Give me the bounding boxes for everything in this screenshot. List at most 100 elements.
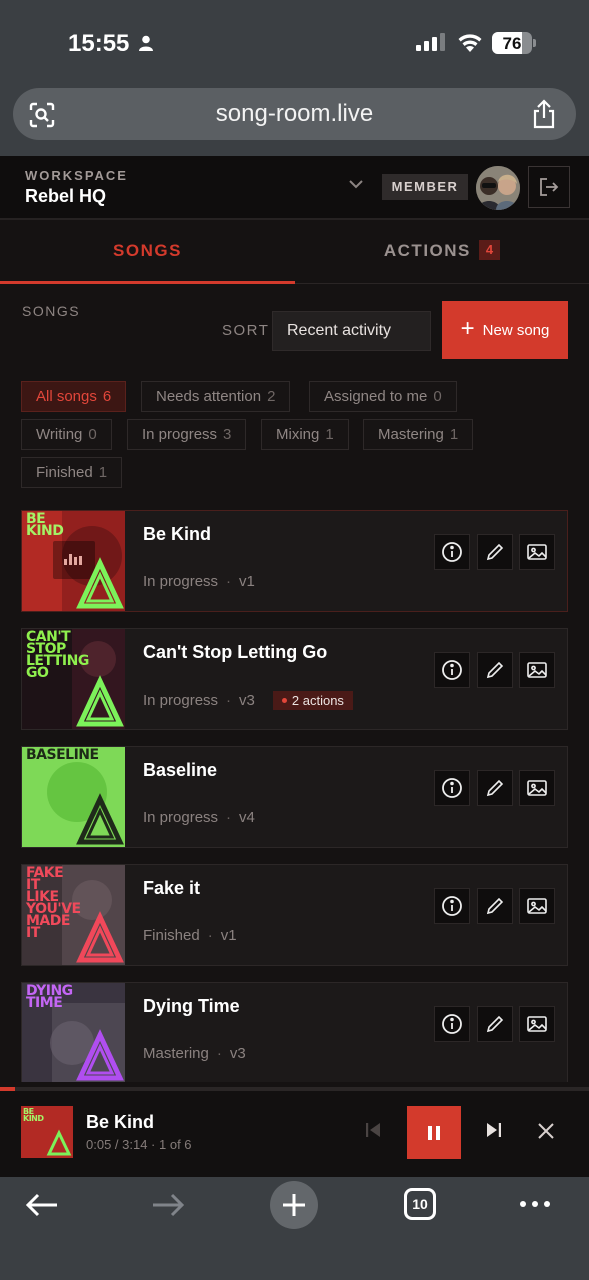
- filter-chip-in-progress[interactable]: In progress 3: [127, 419, 247, 450]
- avatar[interactable]: [476, 166, 520, 210]
- cover-art-text: BASELINE: [26, 747, 99, 763]
- song-edit-button[interactable]: [477, 652, 513, 688]
- song-artwork-button[interactable]: [519, 888, 555, 924]
- main-tabs: SONGS ACTIONS 4: [0, 222, 589, 284]
- song-title[interactable]: Be Kind: [143, 524, 211, 545]
- sort-select[interactable]: Recent activity: [272, 311, 431, 351]
- song-edit-button[interactable]: [477, 534, 513, 570]
- song-meta: Mastering · v3: [143, 1045, 246, 1062]
- pencil-icon: [486, 543, 504, 561]
- song-info-button[interactable]: [434, 1006, 470, 1042]
- cover-art-text: CAN'T STOP LETTING GO: [26, 629, 89, 681]
- song-status: In progress: [143, 573, 219, 590]
- song-artwork-button[interactable]: [519, 770, 555, 806]
- role-badge: MEMBER: [382, 174, 468, 200]
- tabs-overview-button[interactable]: 10: [404, 1188, 436, 1220]
- song-actions-badge[interactable]: 2 actions: [272, 691, 353, 710]
- song-info-button[interactable]: [434, 888, 470, 924]
- mini-player: BE KIND Be Kind 0:05 / 3:14 · 1 of 6: [0, 1091, 589, 1177]
- filter-chip-all-songs[interactable]: All songs 6: [21, 381, 127, 412]
- pencil-icon: [486, 1015, 504, 1033]
- song-row[interactable]: FAKE IT LIKE YOU'VE MADE IT Fake it Fini…: [21, 864, 568, 966]
- share-icon[interactable]: [531, 99, 557, 129]
- song-edit-button[interactable]: [477, 1006, 513, 1042]
- new-song-button[interactable]: + New song: [442, 301, 568, 359]
- more-menu-button[interactable]: [520, 1201, 550, 1207]
- address-bar[interactable]: song-room.live: [13, 88, 576, 140]
- app-header: WORKSPACE Rebel HQ MEMBER: [0, 156, 589, 220]
- status-bar: 15:55 76: [0, 0, 589, 82]
- song-info-button[interactable]: [434, 770, 470, 806]
- song-meta: In progress · v4: [143, 809, 255, 826]
- sort-label: SORT: [222, 322, 270, 339]
- song-version: v4: [239, 809, 255, 826]
- song-title[interactable]: Can't Stop Letting Go: [143, 642, 327, 663]
- song-edit-button[interactable]: [477, 770, 513, 806]
- info-icon: [442, 542, 462, 562]
- new-tab-button[interactable]: [270, 1181, 318, 1229]
- info-icon: [442, 1014, 462, 1034]
- cover-art-text: DYING TIME: [26, 983, 73, 1011]
- song-title[interactable]: Fake it: [143, 878, 200, 899]
- close-icon[interactable]: [535, 1120, 557, 1142]
- filter-chip-assigned-to-me[interactable]: Assigned to me 0: [309, 381, 457, 412]
- info-icon: [442, 660, 462, 680]
- browser-toolbar: 10: [0, 1177, 589, 1280]
- song-artwork-button[interactable]: [519, 534, 555, 570]
- song-artwork-button[interactable]: [519, 1006, 555, 1042]
- pause-button[interactable]: [407, 1106, 461, 1159]
- song-cover-art: DYING TIME: [22, 983, 125, 1082]
- song-row[interactable]: BE KIND Be Kind In progress · v1: [21, 510, 568, 612]
- song-meta: In progress · v3 2 actions: [143, 691, 353, 710]
- filter-chip-finished[interactable]: Finished 1: [21, 457, 123, 488]
- info-icon: [442, 896, 462, 916]
- wifi-icon: [458, 34, 482, 52]
- song-cover-art: CAN'T STOP LETTING GO: [22, 629, 125, 729]
- song-title[interactable]: Baseline: [143, 760, 217, 781]
- workspace-label: WORKSPACE: [25, 168, 128, 183]
- image-icon: [527, 780, 547, 796]
- player-cover-art: BE KIND: [21, 1106, 73, 1158]
- image-icon: [527, 544, 547, 560]
- skip-forward-icon[interactable]: [483, 1119, 505, 1141]
- cellular-signal-icon: [416, 33, 445, 51]
- pause-icon: [428, 1125, 440, 1140]
- forward-arrow-icon[interactable]: [150, 1191, 186, 1219]
- tab-actions[interactable]: ACTIONS 4: [295, 222, 589, 284]
- pencil-icon: [486, 779, 504, 797]
- info-icon: [442, 778, 462, 798]
- section-label: SONGS: [22, 303, 81, 319]
- pencil-icon: [486, 661, 504, 679]
- song-info-button[interactable]: [434, 534, 470, 570]
- back-arrow-icon[interactable]: [24, 1191, 60, 1219]
- song-title[interactable]: Dying Time: [143, 996, 240, 1017]
- cover-art-text: BE KIND: [26, 511, 64, 539]
- song-version: v3: [229, 1045, 246, 1062]
- workspace-name[interactable]: Rebel HQ: [25, 186, 106, 207]
- filter-chip-writing[interactable]: Writing 0: [21, 419, 112, 450]
- song-row[interactable]: CAN'T STOP LETTING GO Can't Stop Letting…: [21, 628, 568, 730]
- song-version: v1: [239, 573, 255, 590]
- chevron-down-icon[interactable]: [347, 178, 365, 190]
- song-row[interactable]: BASELINE Baseline In progress · v4: [21, 746, 568, 848]
- cover-art-text: FAKE IT LIKE YOU'VE MADE IT: [26, 865, 81, 941]
- filter-chip-mixing[interactable]: Mixing 1: [261, 419, 349, 450]
- pencil-icon: [486, 897, 504, 915]
- player-time: 0:05 / 3:14 · 1 of 6: [86, 1137, 192, 1152]
- song-edit-button[interactable]: [477, 888, 513, 924]
- song-row[interactable]: DYING TIME Dying Time Mastering · v3: [21, 982, 568, 1082]
- song-artwork-button[interactable]: [519, 652, 555, 688]
- song-status: In progress: [143, 692, 219, 709]
- filter-chip-needs-attention[interactable]: Needs attention 2: [141, 381, 291, 412]
- player-title: Be Kind: [86, 1112, 155, 1132]
- skip-back-icon[interactable]: [362, 1119, 384, 1141]
- filter-chip-mastering[interactable]: Mastering 1: [363, 419, 474, 450]
- plus-icon: +: [460, 315, 475, 342]
- song-list: BE KIND Be Kind In progress · v1 CAN'T STO…: [21, 510, 568, 1082]
- tab-songs[interactable]: SONGS: [0, 222, 295, 284]
- logout-icon: [540, 178, 559, 196]
- song-cover-art: BASELINE: [22, 747, 125, 847]
- song-info-button[interactable]: [434, 652, 470, 688]
- logout-button[interactable]: [528, 166, 570, 208]
- song-meta: Finished · v1: [143, 927, 237, 944]
